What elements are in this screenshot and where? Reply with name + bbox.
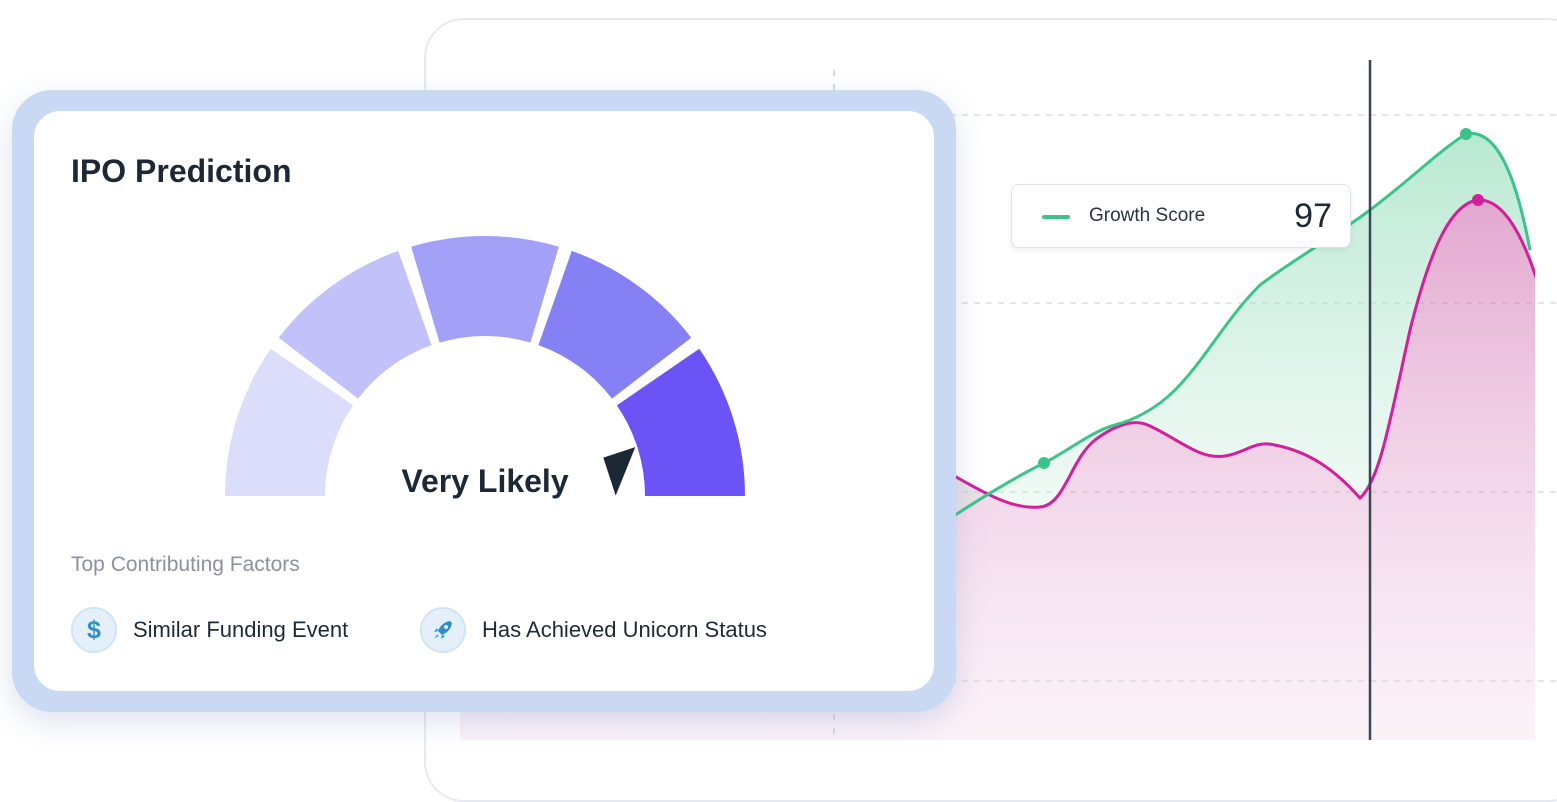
ipo-prediction-card: IPO Prediction Very Likely Top Contribut… [34,111,934,691]
rocket-icon [420,607,466,653]
secondary-peak-point [1472,194,1484,206]
factor-similar-funding-event: $ Similar Funding Event [71,605,348,655]
factor-label: Similar Funding Event [133,617,349,642]
chart-legend-tooltip: Growth Score 97 [1011,184,1351,248]
legend-label: Growth Score [1089,205,1206,226]
factor-unicorn-status: Has Achieved Unicorn Status [420,605,767,655]
growth-peak-point [1460,128,1472,140]
growth-legend-swatch [1042,215,1070,219]
gauge-segment-3 [411,236,559,343]
legend-value: 97 [1294,197,1332,235]
likelihood-gauge [225,236,745,496]
growth-point [1038,457,1050,469]
factors-heading: Top Contributing Factors [71,553,300,576]
dollar-icon: $ [71,607,117,653]
gauge-label: Very Likely [401,463,569,499]
factor-label: Has Achieved Unicorn Status [482,617,767,642]
